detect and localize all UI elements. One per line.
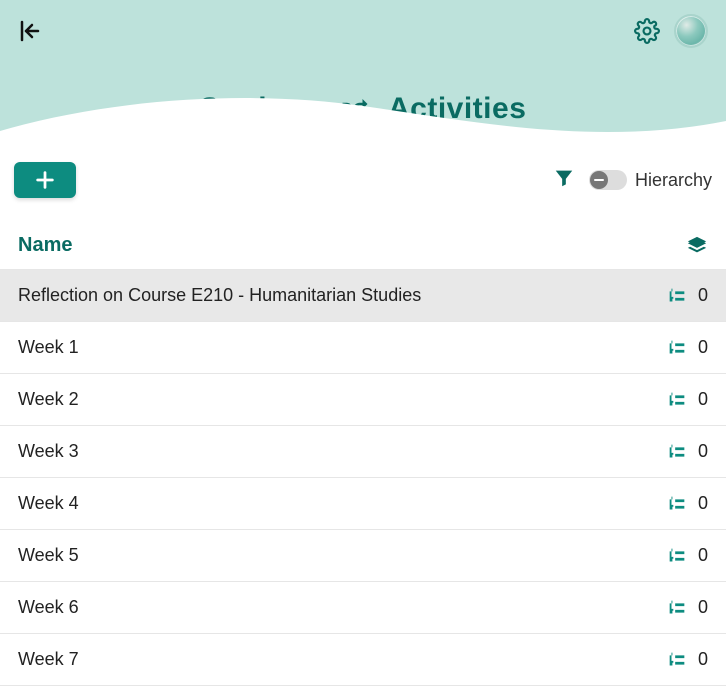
row-right: 0	[620, 545, 708, 567]
header-wave	[0, 91, 726, 150]
table-row[interactable]: Week 1 0	[0, 322, 726, 374]
row-count: 0	[698, 389, 708, 410]
row-right: 0	[620, 649, 708, 671]
tree-icon	[666, 545, 688, 567]
tree-icon	[666, 441, 688, 463]
tree-icon	[666, 389, 688, 411]
avatar[interactable]	[674, 14, 708, 48]
row-right: 0	[620, 493, 708, 515]
row-count: 0	[698, 337, 708, 358]
column-name-header[interactable]: Name	[18, 234, 620, 257]
row-count: 0	[698, 545, 708, 566]
toolbar: Hierarchy	[0, 150, 726, 204]
row-name: Week 1	[18, 337, 620, 358]
tree-icon	[666, 337, 688, 359]
row-right: 0	[620, 285, 708, 307]
row-name: Week 4	[18, 493, 620, 514]
row-count: 0	[698, 441, 708, 462]
row-right: 0	[620, 597, 708, 619]
hierarchy-toggle[interactable]	[589, 170, 627, 190]
row-count: 0	[698, 285, 708, 306]
hierarchy-toggle-label: Hierarchy	[635, 170, 712, 191]
row-name: Week 5	[18, 545, 620, 566]
table-row[interactable]: Week 3 0	[0, 426, 726, 478]
row-right: 0	[620, 389, 708, 411]
row-name: Week 7	[18, 649, 620, 670]
row-name: Week 6	[18, 597, 620, 618]
add-button[interactable]	[14, 162, 76, 198]
row-right: 0	[620, 337, 708, 359]
tree-icon	[666, 649, 688, 671]
layers-icon[interactable]	[686, 235, 708, 257]
row-name: Week 2	[18, 389, 620, 410]
table-header: Name	[0, 222, 726, 270]
row-count: 0	[698, 649, 708, 670]
topbar	[0, 14, 726, 48]
row-count: 0	[698, 493, 708, 514]
row-right: 0	[620, 441, 708, 463]
table-row[interactable]: Week 7 0	[0, 634, 726, 686]
filter-icon[interactable]	[553, 167, 575, 194]
table-row[interactable]: Week 4 0	[0, 478, 726, 530]
hierarchy-toggle-group: Hierarchy	[589, 170, 712, 191]
gear-icon[interactable]	[634, 18, 660, 44]
activities-table: Name Reflection on Course E210 - Humanit…	[0, 222, 726, 686]
tree-icon	[666, 493, 688, 515]
table-row[interactable]: Week 2 0	[0, 374, 726, 426]
tree-icon	[666, 597, 688, 619]
collapse-sidebar-icon[interactable]	[18, 19, 42, 43]
table-row[interactable]: Reflection on Course E210 - Humanitarian…	[0, 270, 726, 322]
row-name: Week 3	[18, 441, 620, 462]
table-row[interactable]: Week 6 0	[0, 582, 726, 634]
row-count: 0	[698, 597, 708, 618]
row-name: Reflection on Course E210 - Humanitarian…	[18, 285, 620, 306]
tree-icon	[666, 285, 688, 307]
app-header: Settings Activities	[0, 0, 726, 150]
table-row[interactable]: Week 5 0	[0, 530, 726, 582]
